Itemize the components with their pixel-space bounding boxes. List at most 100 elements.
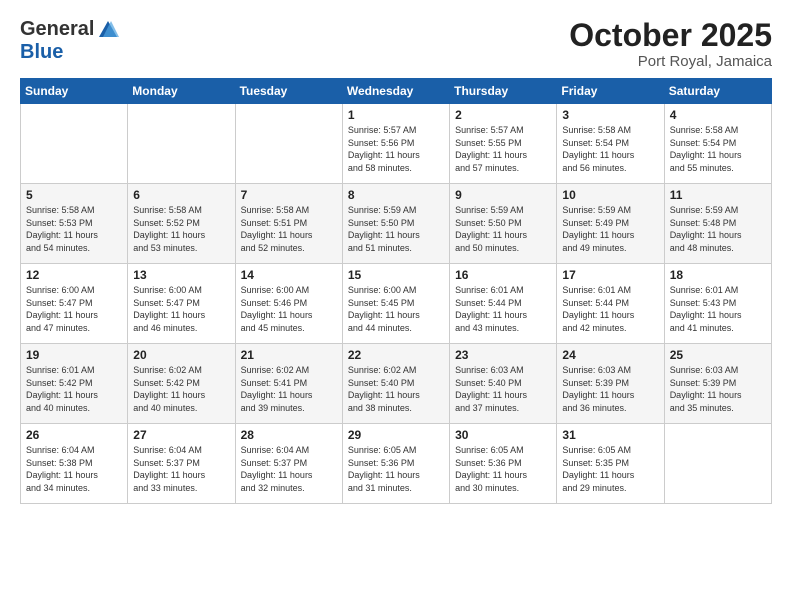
calendar-cell: 9 Sunrise: 5:59 AM Sunset: 5:50 PM Daylig…: [450, 184, 557, 264]
day-number: 5: [26, 188, 122, 202]
day-info: Sunrise: 6:02 AM Sunset: 5:40 PM Dayligh…: [348, 364, 444, 414]
day-number: 11: [670, 188, 766, 202]
calendar-cell: [235, 104, 342, 184]
calendar-cell: 11 Sunrise: 5:59 AM Sunset: 5:48 PM Dayli…: [664, 184, 771, 264]
calendar-cell: 24Sunrise: 6:03 AM Sunset: 5:39 PM Dayli…: [557, 344, 664, 424]
day-info: Sunrise: 5:58 AM Sunset: 5:54 PM Dayligh…: [562, 124, 658, 174]
page: General Blue October 2025 Port Royal, Ja…: [0, 0, 792, 612]
day-number: 29: [348, 428, 444, 442]
calendar-cell: 6 Sunrise: 5:58 AM Sunset: 5:52 PM Daylig…: [128, 184, 235, 264]
day-number: 30: [455, 428, 551, 442]
logo-blue-text: Blue: [20, 41, 63, 64]
day-number: 25: [670, 348, 766, 362]
calendar-cell: 18Sunrise: 6:01 AM Sunset: 5:43 PM Dayli…: [664, 264, 771, 344]
day-info: Sunrise: 5:57 AM Sunset: 5:56 PM Dayligh…: [348, 124, 444, 174]
day-number: 23: [455, 348, 551, 362]
day-info: Sunrise: 5:58 AM Sunset: 5:52 PM Dayligh…: [133, 204, 229, 254]
day-info: Sunrise: 5:59 AM Sunset: 5:50 PM Dayligh…: [455, 204, 551, 254]
day-info: Sunrise: 6:03 AM Sunset: 5:39 PM Dayligh…: [670, 364, 766, 414]
day-number: 20: [133, 348, 229, 362]
day-number: 15: [348, 268, 444, 282]
calendar-cell: 7 Sunrise: 5:58 AM Sunset: 5:51 PM Daylig…: [235, 184, 342, 264]
day-info: Sunrise: 5:59 AM Sunset: 5:49 PM Dayligh…: [562, 204, 658, 254]
day-number: 27: [133, 428, 229, 442]
day-info: Sunrise: 6:04 AM Sunset: 5:37 PM Dayligh…: [133, 444, 229, 494]
calendar-cell: 22Sunrise: 6:02 AM Sunset: 5:40 PM Dayli…: [342, 344, 449, 424]
calendar-cell: 4 Sunrise: 5:58 AM Sunset: 5:54 PM Daylig…: [664, 104, 771, 184]
calendar-cell: 25 Sunrise: 6:03 AM Sunset: 5:39 PM Dayli…: [664, 344, 771, 424]
day-number: 4: [670, 108, 766, 122]
day-number: 17: [562, 268, 658, 282]
day-info: Sunrise: 5:58 AM Sunset: 5:54 PM Dayligh…: [670, 124, 766, 174]
calendar-week-3: 12 Sunrise: 6:00 AM Sunset: 5:47 PM Dayli…: [21, 264, 772, 344]
day-info: Sunrise: 6:00 AM Sunset: 5:47 PM Dayligh…: [133, 284, 229, 334]
day-number: 31: [562, 428, 658, 442]
calendar-cell: 2 Sunrise: 5:57 AM Sunset: 5:55 PM Daylig…: [450, 104, 557, 184]
location: Port Royal, Jamaica: [569, 53, 772, 70]
calendar-cell: 8 Sunrise: 5:59 AM Sunset: 5:50 PM Daylig…: [342, 184, 449, 264]
day-number: 24: [562, 348, 658, 362]
day-info: Sunrise: 5:58 AM Sunset: 5:51 PM Dayligh…: [241, 204, 337, 254]
day-number: 21: [241, 348, 337, 362]
calendar-cell: 29 Sunrise: 6:05 AM Sunset: 5:36 PM Dayli…: [342, 424, 449, 504]
day-info: Sunrise: 6:00 AM Sunset: 5:47 PM Dayligh…: [26, 284, 122, 334]
header: General Blue October 2025 Port Royal, Ja…: [20, 18, 772, 70]
day-number: 13: [133, 268, 229, 282]
day-number: 3: [562, 108, 658, 122]
day-number: 6: [133, 188, 229, 202]
calendar-cell: [664, 424, 771, 504]
calendar-cell: 16 Sunrise: 6:01 AM Sunset: 5:44 PM Dayli…: [450, 264, 557, 344]
day-header-friday: Friday: [557, 79, 664, 104]
day-number: 16: [455, 268, 551, 282]
day-number: 7: [241, 188, 337, 202]
day-info: Sunrise: 6:03 AM Sunset: 5:40 PM Dayligh…: [455, 364, 551, 414]
day-header-thursday: Thursday: [450, 79, 557, 104]
day-number: 14: [241, 268, 337, 282]
day-info: Sunrise: 6:01 AM Sunset: 5:44 PM Dayligh…: [562, 284, 658, 334]
logo: General Blue: [20, 18, 119, 64]
day-header-wednesday: Wednesday: [342, 79, 449, 104]
day-number: 12: [26, 268, 122, 282]
day-number: 2: [455, 108, 551, 122]
day-info: Sunrise: 6:01 AM Sunset: 5:44 PM Dayligh…: [455, 284, 551, 334]
calendar-cell: 13 Sunrise: 6:00 AM Sunset: 5:47 PM Dayli…: [128, 264, 235, 344]
day-info: Sunrise: 6:04 AM Sunset: 5:37 PM Dayligh…: [241, 444, 337, 494]
day-header-tuesday: Tuesday: [235, 79, 342, 104]
day-info: Sunrise: 5:59 AM Sunset: 5:50 PM Dayligh…: [348, 204, 444, 254]
day-info: Sunrise: 5:58 AM Sunset: 5:53 PM Dayligh…: [26, 204, 122, 254]
day-number: 26: [26, 428, 122, 442]
calendar-cell: 23 Sunrise: 6:03 AM Sunset: 5:40 PM Dayli…: [450, 344, 557, 424]
day-info: Sunrise: 6:00 AM Sunset: 5:45 PM Dayligh…: [348, 284, 444, 334]
day-number: 8: [348, 188, 444, 202]
day-info: Sunrise: 5:57 AM Sunset: 5:55 PM Dayligh…: [455, 124, 551, 174]
calendar-cell: 14Sunrise: 6:00 AM Sunset: 5:46 PM Dayli…: [235, 264, 342, 344]
calendar-cell: 3 Sunrise: 5:58 AM Sunset: 5:54 PM Daylig…: [557, 104, 664, 184]
day-number: 1: [348, 108, 444, 122]
calendar-cell: 19Sunrise: 6:01 AM Sunset: 5:42 PM Dayli…: [21, 344, 128, 424]
calendar-cell: 27 Sunrise: 6:04 AM Sunset: 5:37 PM Dayli…: [128, 424, 235, 504]
day-info: Sunrise: 6:05 AM Sunset: 5:36 PM Dayligh…: [348, 444, 444, 494]
day-number: 28: [241, 428, 337, 442]
logo-icon: [97, 19, 119, 41]
day-number: 9: [455, 188, 551, 202]
day-info: Sunrise: 6:04 AM Sunset: 5:38 PM Dayligh…: [26, 444, 122, 494]
day-header-monday: Monday: [128, 79, 235, 104]
calendar-cell: 1 Sunrise: 5:57 AM Sunset: 5:56 PM Daylig…: [342, 104, 449, 184]
day-info: Sunrise: 5:59 AM Sunset: 5:48 PM Dayligh…: [670, 204, 766, 254]
day-info: Sunrise: 6:02 AM Sunset: 5:41 PM Dayligh…: [241, 364, 337, 414]
logo-general-text: General: [20, 18, 94, 41]
calendar-cell: 26 Sunrise: 6:04 AM Sunset: 5:38 PM Dayli…: [21, 424, 128, 504]
calendar-header-row: SundayMondayTuesdayWednesdayThursdayFrid…: [21, 79, 772, 104]
day-info: Sunrise: 6:01 AM Sunset: 5:42 PM Dayligh…: [26, 364, 122, 414]
calendar-week-5: 26 Sunrise: 6:04 AM Sunset: 5:38 PM Dayli…: [21, 424, 772, 504]
calendar-cell: 5 Sunrise: 5:58 AM Sunset: 5:53 PM Daylig…: [21, 184, 128, 264]
calendar-cell: 21 Sunrise: 6:02 AM Sunset: 5:41 PM Dayli…: [235, 344, 342, 424]
day-info: Sunrise: 6:01 AM Sunset: 5:43 PM Dayligh…: [670, 284, 766, 334]
calendar-cell: 15 Sunrise: 6:00 AM Sunset: 5:45 PM Dayli…: [342, 264, 449, 344]
day-header-sunday: Sunday: [21, 79, 128, 104]
day-info: Sunrise: 6:05 AM Sunset: 5:35 PM Dayligh…: [562, 444, 658, 494]
day-info: Sunrise: 6:05 AM Sunset: 5:36 PM Dayligh…: [455, 444, 551, 494]
calendar-cell: 20Sunrise: 6:02 AM Sunset: 5:42 PM Dayli…: [128, 344, 235, 424]
calendar-cell: 28 Sunrise: 6:04 AM Sunset: 5:37 PM Dayli…: [235, 424, 342, 504]
calendar-week-4: 19Sunrise: 6:01 AM Sunset: 5:42 PM Dayli…: [21, 344, 772, 424]
